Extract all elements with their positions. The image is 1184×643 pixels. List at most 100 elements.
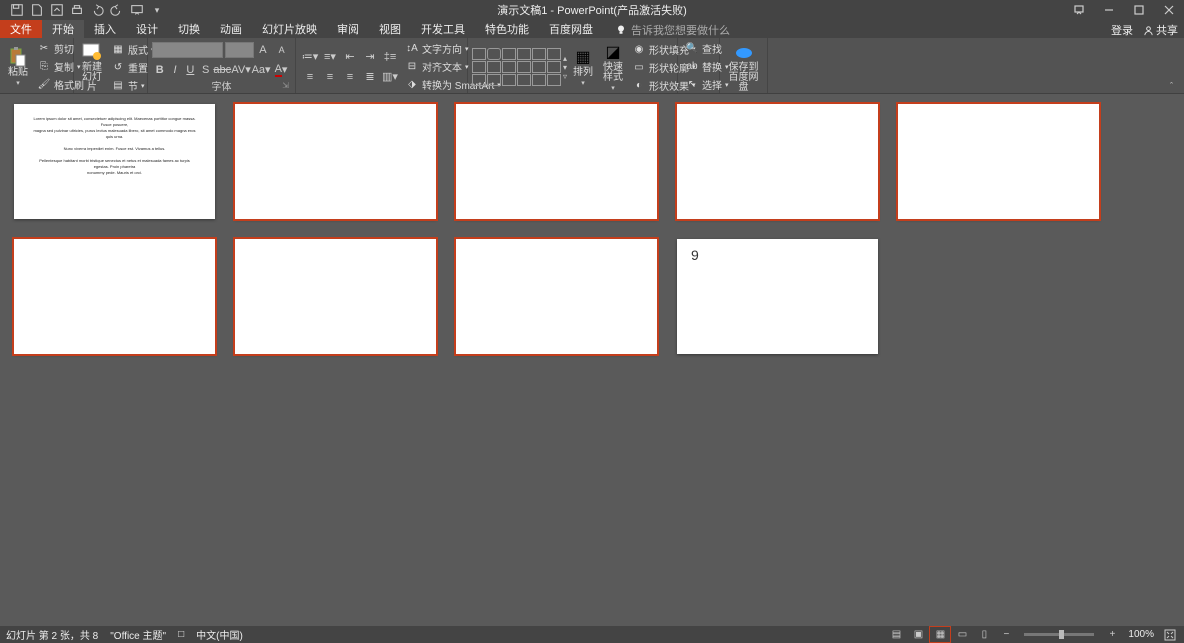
group-drawing: ▴▾▿ ▦排列▾ ◪快速样式▾ ◉形状填充▾ ▭形状轮廓▾ ◐形状效果▾ 绘图⇲ — [468, 38, 678, 93]
slide-thumb-6[interactable] — [14, 239, 215, 354]
tab-design[interactable]: 设计 — [126, 20, 168, 38]
qat-slideshow-icon[interactable] — [128, 1, 146, 19]
window-controls — [1064, 0, 1184, 20]
select-icon: ↖ — [685, 78, 699, 92]
tab-insert[interactable]: 插入 — [84, 20, 126, 38]
number-icon[interactable]: ≡▾ — [320, 48, 340, 66]
language-button[interactable]: 中文(中国) — [196, 627, 243, 642]
dedent-icon[interactable]: ⇤ — [340, 48, 360, 66]
new-slide-button[interactable]: 新建 幻灯片 — [78, 40, 106, 95]
indent-icon[interactable]: ⇥ — [360, 48, 380, 66]
tab-slideshow[interactable]: 幻灯片放映 — [252, 20, 327, 38]
slide-thumb-9[interactable]: 9 — [677, 239, 878, 354]
tellme-label: 告诉我您想要做什么 — [631, 22, 730, 38]
italic-icon[interactable]: I — [167, 61, 182, 79]
login-link[interactable]: 登录 — [1111, 22, 1133, 38]
fx-icon: ◐ — [632, 78, 646, 92]
reading-view-icon[interactable]: ▭ — [952, 627, 972, 642]
zoom-out-icon[interactable]: − — [996, 627, 1016, 642]
quickstyle-icon: ◪ — [603, 42, 623, 62]
qat-undo-icon[interactable] — [88, 1, 106, 19]
fit-window-icon[interactable] — [1162, 627, 1178, 642]
share-button[interactable]: 共享 — [1143, 22, 1178, 38]
notes-button[interactable]: ▤ — [886, 627, 906, 642]
tab-developer[interactable]: 开发工具 — [411, 20, 475, 38]
ribbon-tabs: 文件 开始 插入 设计 切换 动画 幻灯片放映 审阅 视图 开发工具 特色功能 … — [0, 20, 1184, 38]
zoom-slider[interactable] — [1024, 633, 1094, 636]
slide-thumb-4[interactable] — [677, 104, 878, 219]
cloud-icon — [734, 42, 754, 62]
group-slides: 新建 幻灯片 ▦版式▾ ↺重置 ▤节▾ 幻灯片 — [74, 38, 148, 93]
tab-home[interactable]: 开始 — [42, 20, 84, 38]
zoom-in-icon[interactable]: + — [1102, 627, 1122, 642]
linespace-icon[interactable]: ‡≡ — [380, 48, 400, 66]
qat-new-icon[interactable] — [28, 1, 46, 19]
zoom-thumb[interactable] — [1059, 630, 1064, 639]
bullets-icon[interactable]: ≔▾ — [300, 48, 320, 66]
align-right-icon[interactable]: ≡ — [340, 68, 360, 86]
aligntext-icon: ⊟ — [405, 60, 419, 74]
tab-baidu[interactable]: 百度网盘 — [539, 20, 603, 38]
group-paragraph: ≔▾ ≡▾ ⇤ ⇥ ‡≡ ≡ ≡ ≡ ≣ ▥▾ ↕A文字方向▾ ⊟对齐文本▾ ⬗… — [296, 38, 468, 93]
slide-sorter[interactable]: Lorem ipsum dolor sit amet, consectetuer… — [0, 94, 1184, 626]
font-launcher-icon[interactable]: ⇲ — [282, 81, 289, 90]
spellcheck-icon[interactable]: □ — [178, 629, 184, 640]
tellme-search[interactable]: 告诉我您想要做什么 — [615, 22, 730, 38]
replace-icon: ab — [685, 60, 699, 74]
qat-open-icon[interactable] — [48, 1, 66, 19]
font-size-combo[interactable] — [225, 42, 253, 58]
qat-print-icon[interactable] — [68, 1, 86, 19]
normal-view-icon[interactable]: ▣ — [908, 627, 928, 642]
group-editing: 🔍查找 ab替换▾ ↖选择▾ 编辑 — [678, 38, 720, 93]
smartart-icon: ⬗ — [405, 78, 419, 92]
strike-icon[interactable]: abc — [213, 61, 231, 79]
font-color-icon[interactable]: A▾ — [271, 61, 291, 79]
qat-redo-icon[interactable] — [108, 1, 126, 19]
bold-icon[interactable]: B — [152, 61, 167, 79]
slide-thumb-7[interactable] — [235, 239, 436, 354]
slide-thumb-1[interactable]: Lorem ipsum dolor sit amet, consectetuer… — [14, 104, 215, 219]
tab-file[interactable]: 文件 — [0, 20, 42, 38]
quickstyle-button[interactable]: ◪快速样式▾ — [599, 40, 627, 94]
maximize-icon[interactable] — [1124, 0, 1154, 20]
slideshow-view-icon[interactable]: ▯ — [974, 627, 994, 642]
window-title: 演示文稿1 - PowerPoint(产品激活失败) — [497, 2, 686, 18]
ribbon-options-icon[interactable] — [1064, 0, 1094, 20]
slide-thumb-5[interactable] — [898, 104, 1099, 219]
paste-button[interactable]: 粘贴 ▾ — [4, 45, 32, 89]
brush-icon: 🖌 — [37, 78, 51, 92]
slide-thumb-8[interactable] — [456, 239, 657, 354]
case-icon[interactable]: Aa▾ — [251, 61, 271, 79]
minimize-icon[interactable] — [1094, 0, 1124, 20]
slide-thumb-2[interactable] — [235, 104, 436, 219]
new-slide-icon — [82, 42, 102, 62]
shadow-icon[interactable]: S — [198, 61, 213, 79]
font-family-combo[interactable] — [152, 42, 223, 58]
grow-font-icon[interactable]: A — [254, 41, 273, 59]
align-left-icon[interactable]: ≡ — [300, 68, 320, 86]
bulb-icon — [615, 24, 627, 36]
tab-view[interactable]: 视图 — [369, 20, 411, 38]
slide-thumb-3[interactable] — [456, 104, 657, 219]
qat-more-icon[interactable]: ▾ — [148, 1, 166, 19]
tab-features[interactable]: 特色功能 — [475, 20, 539, 38]
align-center-icon[interactable]: ≡ — [320, 68, 340, 86]
tab-transitions[interactable]: 切换 — [168, 20, 210, 38]
columns-icon[interactable]: ▥▾ — [380, 68, 400, 86]
tab-animations[interactable]: 动画 — [210, 20, 252, 38]
save-baidu-button[interactable]: 保存到 百度网盘 — [724, 40, 763, 95]
sorter-view-icon[interactable]: ▦ — [930, 627, 950, 642]
shapes-gallery[interactable] — [472, 48, 561, 86]
close-icon[interactable] — [1154, 0, 1184, 20]
zoom-value[interactable]: 100% — [1128, 629, 1154, 640]
spacing-icon[interactable]: AV▾ — [231, 61, 251, 79]
arrange-button[interactable]: ▦排列▾ — [569, 45, 597, 89]
quick-access-toolbar: ▾ — [0, 1, 166, 19]
underline-icon[interactable]: U — [183, 61, 198, 79]
outline-icon: ▭ — [632, 60, 646, 74]
tab-review[interactable]: 审阅 — [327, 20, 369, 38]
shrink-font-icon[interactable]: A — [272, 41, 291, 59]
justify-icon[interactable]: ≣ — [360, 68, 380, 86]
collapse-ribbon-icon[interactable]: ˆ — [1170, 81, 1180, 91]
qat-save-icon[interactable] — [8, 1, 26, 19]
